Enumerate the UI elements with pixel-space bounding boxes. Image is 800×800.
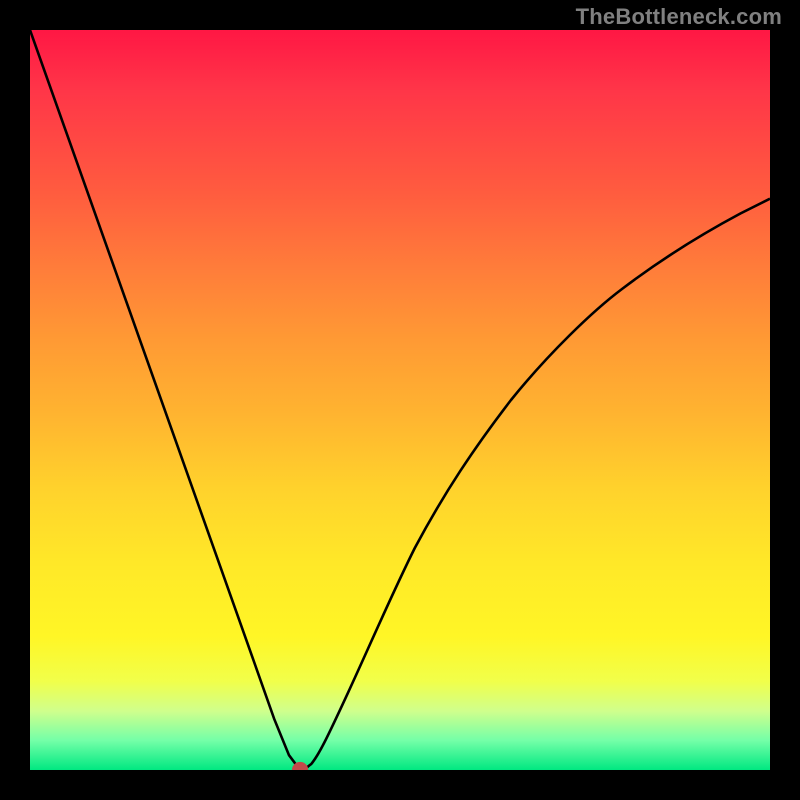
bottleneck-curve [30,30,770,770]
plot-area [30,30,770,770]
curve-svg [30,30,770,770]
chart-frame: TheBottleneck.com [0,0,800,800]
watermark-text: TheBottleneck.com [576,4,782,30]
